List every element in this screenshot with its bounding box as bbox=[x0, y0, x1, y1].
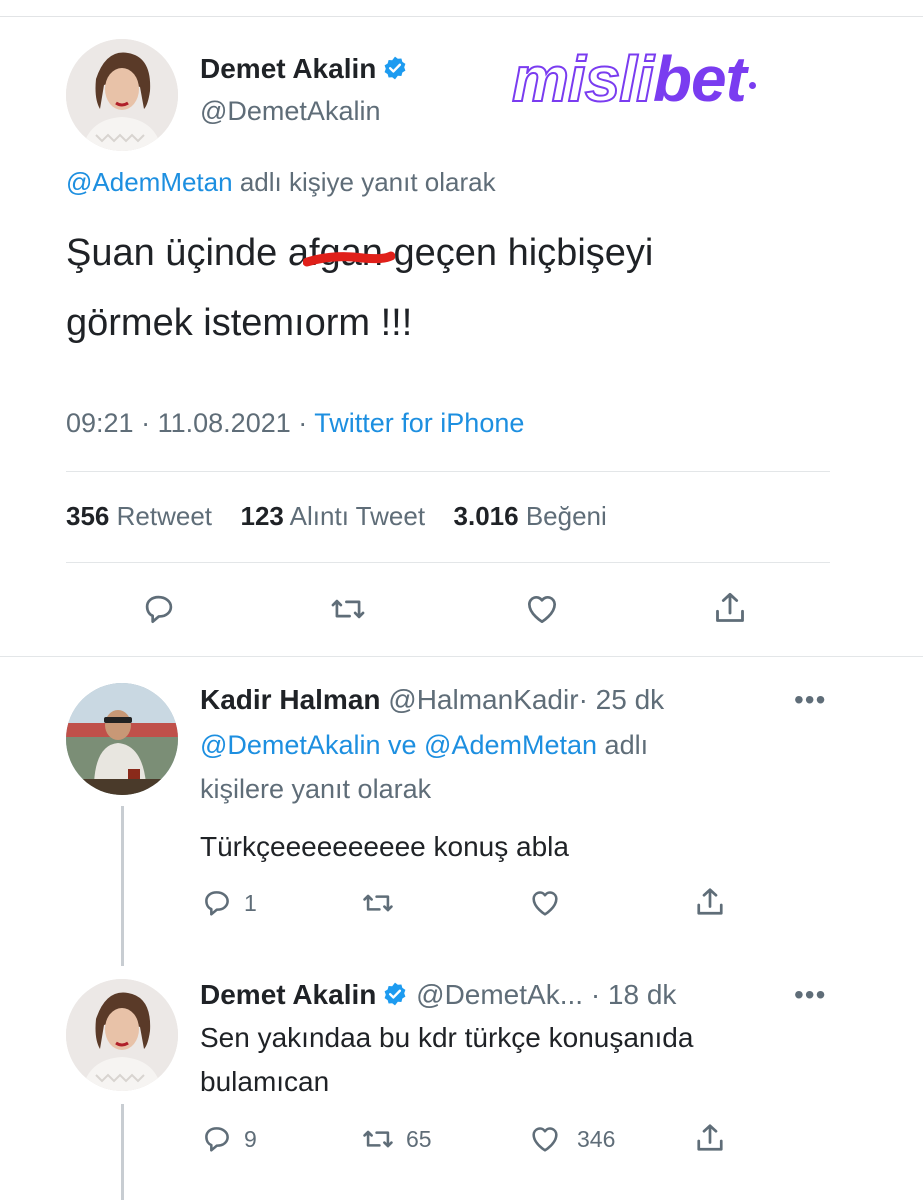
reply-icon bbox=[205, 891, 229, 916]
like-button[interactable] bbox=[527, 886, 563, 920]
mislibet-logo: mislibet bbox=[511, 42, 756, 116]
more-options-icon[interactable]: ••• bbox=[794, 684, 826, 716]
retweet-icon bbox=[331, 599, 365, 619]
reply-time: · 18 dk bbox=[590, 979, 677, 1010]
avatar[interactable] bbox=[66, 39, 178, 151]
reply-header: Kadir Halman @HalmanKadir· 25 dk bbox=[200, 684, 664, 716]
heart-icon bbox=[532, 1127, 558, 1152]
tweet-text-line-1: Şuan üçinde afgan geçen hiçbişeyi bbox=[66, 232, 654, 275]
mention-link[interactable]: @AdemMetan bbox=[66, 167, 233, 197]
heart-icon bbox=[532, 891, 558, 916]
share-icon bbox=[697, 1124, 723, 1151]
share-icon bbox=[716, 592, 744, 622]
thread-line bbox=[121, 1104, 124, 1200]
mention-link[interactable]: @DemetAkalin bbox=[200, 730, 380, 760]
heart-icon bbox=[527, 595, 557, 624]
author-handle[interactable]: @HalmanKadir bbox=[388, 684, 578, 715]
avatar[interactable] bbox=[66, 683, 178, 795]
redacted-word: fgan bbox=[302, 232, 395, 275]
retweet-count: 65 bbox=[406, 1125, 432, 1152]
more-options-icon[interactable]: ••• bbox=[794, 979, 826, 1011]
avatar[interactable] bbox=[66, 979, 178, 1091]
retweets-stat[interactable]: 356 Retweet bbox=[66, 501, 212, 531]
author-name[interactable]: Kadir Halman bbox=[200, 684, 381, 715]
divider bbox=[0, 656, 923, 657]
retweet-icon bbox=[363, 1130, 393, 1148]
reply-context: @AdemMetan adlı kişiye yanıt olarak bbox=[66, 167, 496, 197]
author-name[interactable]: Demet Akalin bbox=[200, 979, 376, 1010]
tweet-stats: 356 Retweet 123 Alıntı Tweet 3.016 Beğen… bbox=[66, 501, 607, 532]
likes-stat[interactable]: 3.016 Beğeni bbox=[454, 501, 607, 531]
reply-text-line-2: bulamıcan bbox=[200, 1066, 330, 1097]
retweet-button[interactable] bbox=[360, 886, 396, 920]
thread-line bbox=[121, 806, 124, 966]
tweet-time: 09:21 bbox=[66, 408, 134, 438]
top-frame bbox=[0, 0, 923, 17]
mention-link[interactable]: @AdemMetan bbox=[424, 730, 597, 760]
tweet-source-link[interactable]: Twitter for iPhone bbox=[314, 408, 524, 438]
author-handle[interactable]: @DemetAk... bbox=[416, 979, 583, 1010]
quotes-stat[interactable]: 123 Alıntı Tweet bbox=[240, 501, 425, 531]
reply-time: · 25 dk bbox=[578, 684, 665, 715]
verified-badge-icon bbox=[382, 981, 408, 1014]
author-name[interactable]: Demet Akalin bbox=[200, 53, 408, 88]
reply-icon bbox=[205, 1127, 229, 1152]
reply-header: Demet Akalin @DemetAk... · 18 dk bbox=[200, 979, 676, 1014]
reply-count: 1 bbox=[244, 889, 257, 916]
share-icon bbox=[697, 888, 723, 915]
retweet-button[interactable] bbox=[328, 590, 368, 628]
reply-context-line-2: kişilere yanıt olarak bbox=[200, 774, 432, 804]
author-handle[interactable]: @DemetAkalin bbox=[200, 96, 380, 127]
reply-text-line-1: Sen yakındaa bu kdr türkçe konuşanıda bbox=[200, 1022, 694, 1053]
tweet-date: 11.08.2021 bbox=[157, 408, 291, 438]
share-button[interactable] bbox=[692, 884, 728, 920]
verified-badge-icon bbox=[382, 55, 408, 88]
reply-text: Türkçeeeeeeeeee konuş abla bbox=[200, 831, 569, 862]
like-button[interactable]: 346 bbox=[527, 1122, 615, 1156]
like-count: 346 bbox=[577, 1125, 616, 1152]
share-button[interactable] bbox=[692, 1120, 728, 1156]
reply-button[interactable] bbox=[140, 590, 178, 628]
share-button[interactable] bbox=[710, 588, 750, 628]
retweet-button[interactable]: 65 bbox=[360, 1122, 432, 1156]
retweet-icon bbox=[363, 894, 393, 912]
reply-icon bbox=[145, 595, 173, 624]
reply-button[interactable]: 1 bbox=[200, 886, 257, 920]
tweet-thread: mislibet Demet Akalin @DemetAkalin @Adem… bbox=[0, 16, 923, 1200]
divider bbox=[66, 471, 830, 472]
tweet-text-line-2: görmek istemıorm !!! bbox=[66, 302, 413, 344]
like-button[interactable] bbox=[522, 590, 562, 628]
reply-count: 9 bbox=[244, 1125, 257, 1152]
reply-button[interactable]: 9 bbox=[200, 1122, 257, 1156]
reply-context: @DemetAkalin ve @AdemMetan adlı bbox=[200, 730, 649, 760]
tweet-meta: 09:21 · 11.08.2021 · Twitter for iPhone bbox=[66, 408, 525, 438]
divider bbox=[66, 562, 830, 563]
